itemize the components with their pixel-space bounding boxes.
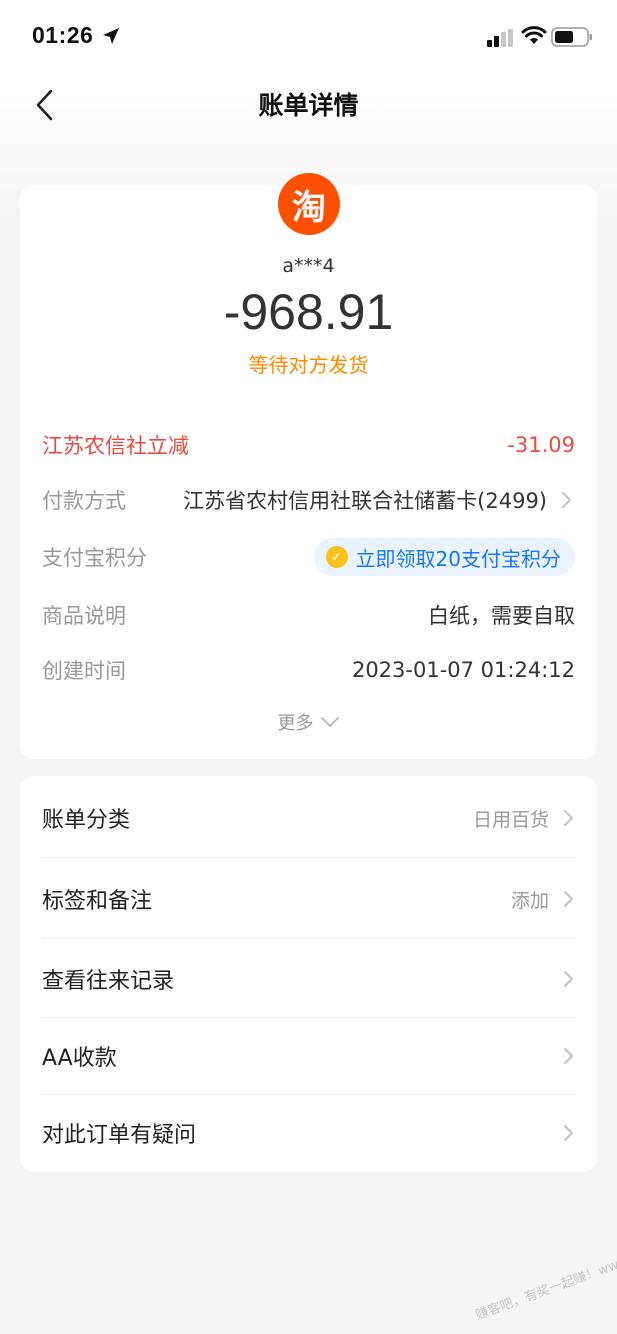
created-time-value: 2023-01-07 01:24:12 xyxy=(351,658,575,682)
chevron-right-icon xyxy=(564,891,573,907)
tags-label: 标签和备注 xyxy=(42,889,153,914)
payment-method-value: 江苏省农村信用社联合社储蓄卡(2499) xyxy=(183,489,547,513)
taobao-logo-icon: 淘 xyxy=(278,173,340,235)
discount-label: 江苏农信社立减 xyxy=(42,434,189,458)
wifi-icon xyxy=(521,26,547,44)
aa-label: AA收款 xyxy=(42,1046,117,1071)
created-time-label: 创建时间 xyxy=(42,659,126,683)
battery-icon xyxy=(551,27,592,47)
status-bar: 01:26 xyxy=(0,0,617,74)
status-time: 01:26 xyxy=(32,22,94,48)
points-row: 支付宝积分 ✓ 立即领取20支付宝积分 xyxy=(42,537,575,577)
chevron-right-icon xyxy=(564,810,573,826)
tags-value: 添加 xyxy=(510,889,549,912)
bill-amount: -968.91 xyxy=(223,284,394,340)
location-arrow-icon xyxy=(103,28,119,44)
divider xyxy=(42,857,577,858)
action-row-question[interactable]: 对此订单有疑问 xyxy=(42,1113,577,1153)
bill-summary-card: 淘 a***4 -968.91 等待对方发货 江苏农信社立减 -31.09 付款… xyxy=(20,173,597,759)
description-row: 商品说明 白纸，需要自取 xyxy=(42,595,575,635)
created-time-row: 创建时间 2023-01-07 01:24:12 xyxy=(42,650,575,690)
chevron-right-icon xyxy=(564,971,573,987)
order-status: 等待对方发货 xyxy=(248,353,369,377)
divider xyxy=(42,1094,577,1095)
points-label: 支付宝积分 xyxy=(42,546,147,570)
more-label: 更多 xyxy=(277,713,314,734)
chevron-right-icon xyxy=(564,1048,573,1064)
action-row-tags[interactable]: 标签和备注 添加 xyxy=(42,879,577,919)
payment-method-row[interactable]: 付款方式 江苏省农村信用社联合社储蓄卡(2499) xyxy=(42,480,575,520)
bill-actions-card: 账单分类 日用百货 标签和备注 添加 查看往来记录 AA收款 对此订单有疑问 xyxy=(20,776,597,1172)
category-value: 日用百货 xyxy=(472,808,549,831)
description-value: 白纸，需要自取 xyxy=(428,604,575,628)
divider xyxy=(42,938,577,939)
description-label: 商品说明 xyxy=(42,604,126,628)
merchant-name: a***4 xyxy=(282,255,335,277)
coin-icon: ✓ xyxy=(325,546,348,568)
chevron-right-icon xyxy=(564,1125,573,1141)
action-row-aa[interactable]: AA收款 xyxy=(42,1036,577,1076)
category-label: 账单分类 xyxy=(42,808,131,833)
cellular-signal-icon xyxy=(487,29,513,47)
page-title: 账单详情 xyxy=(258,91,359,120)
action-row-category[interactable]: 账单分类 日用百货 xyxy=(42,798,577,838)
discount-value: -31.09 xyxy=(507,433,575,457)
chevron-down-icon xyxy=(320,717,339,727)
discount-row: 江苏农信社立减 -31.09 xyxy=(42,425,575,465)
divider xyxy=(42,1017,577,1018)
history-label: 查看往来记录 xyxy=(42,969,175,994)
claim-points-button[interactable]: ✓ 立即领取20支付宝积分 xyxy=(313,538,575,576)
action-row-history[interactable]: 查看往来记录 xyxy=(42,959,577,999)
question-label: 对此订单有疑问 xyxy=(42,1123,197,1148)
payment-method-label: 付款方式 xyxy=(42,489,126,513)
claim-points-label: 立即领取20支付宝积分 xyxy=(355,546,561,571)
watermark: 赚客吧，有奖一起赚！www.zuanke8.com xyxy=(473,1223,617,1324)
chevron-right-icon xyxy=(562,492,571,508)
more-button[interactable]: 更多 xyxy=(20,709,597,735)
